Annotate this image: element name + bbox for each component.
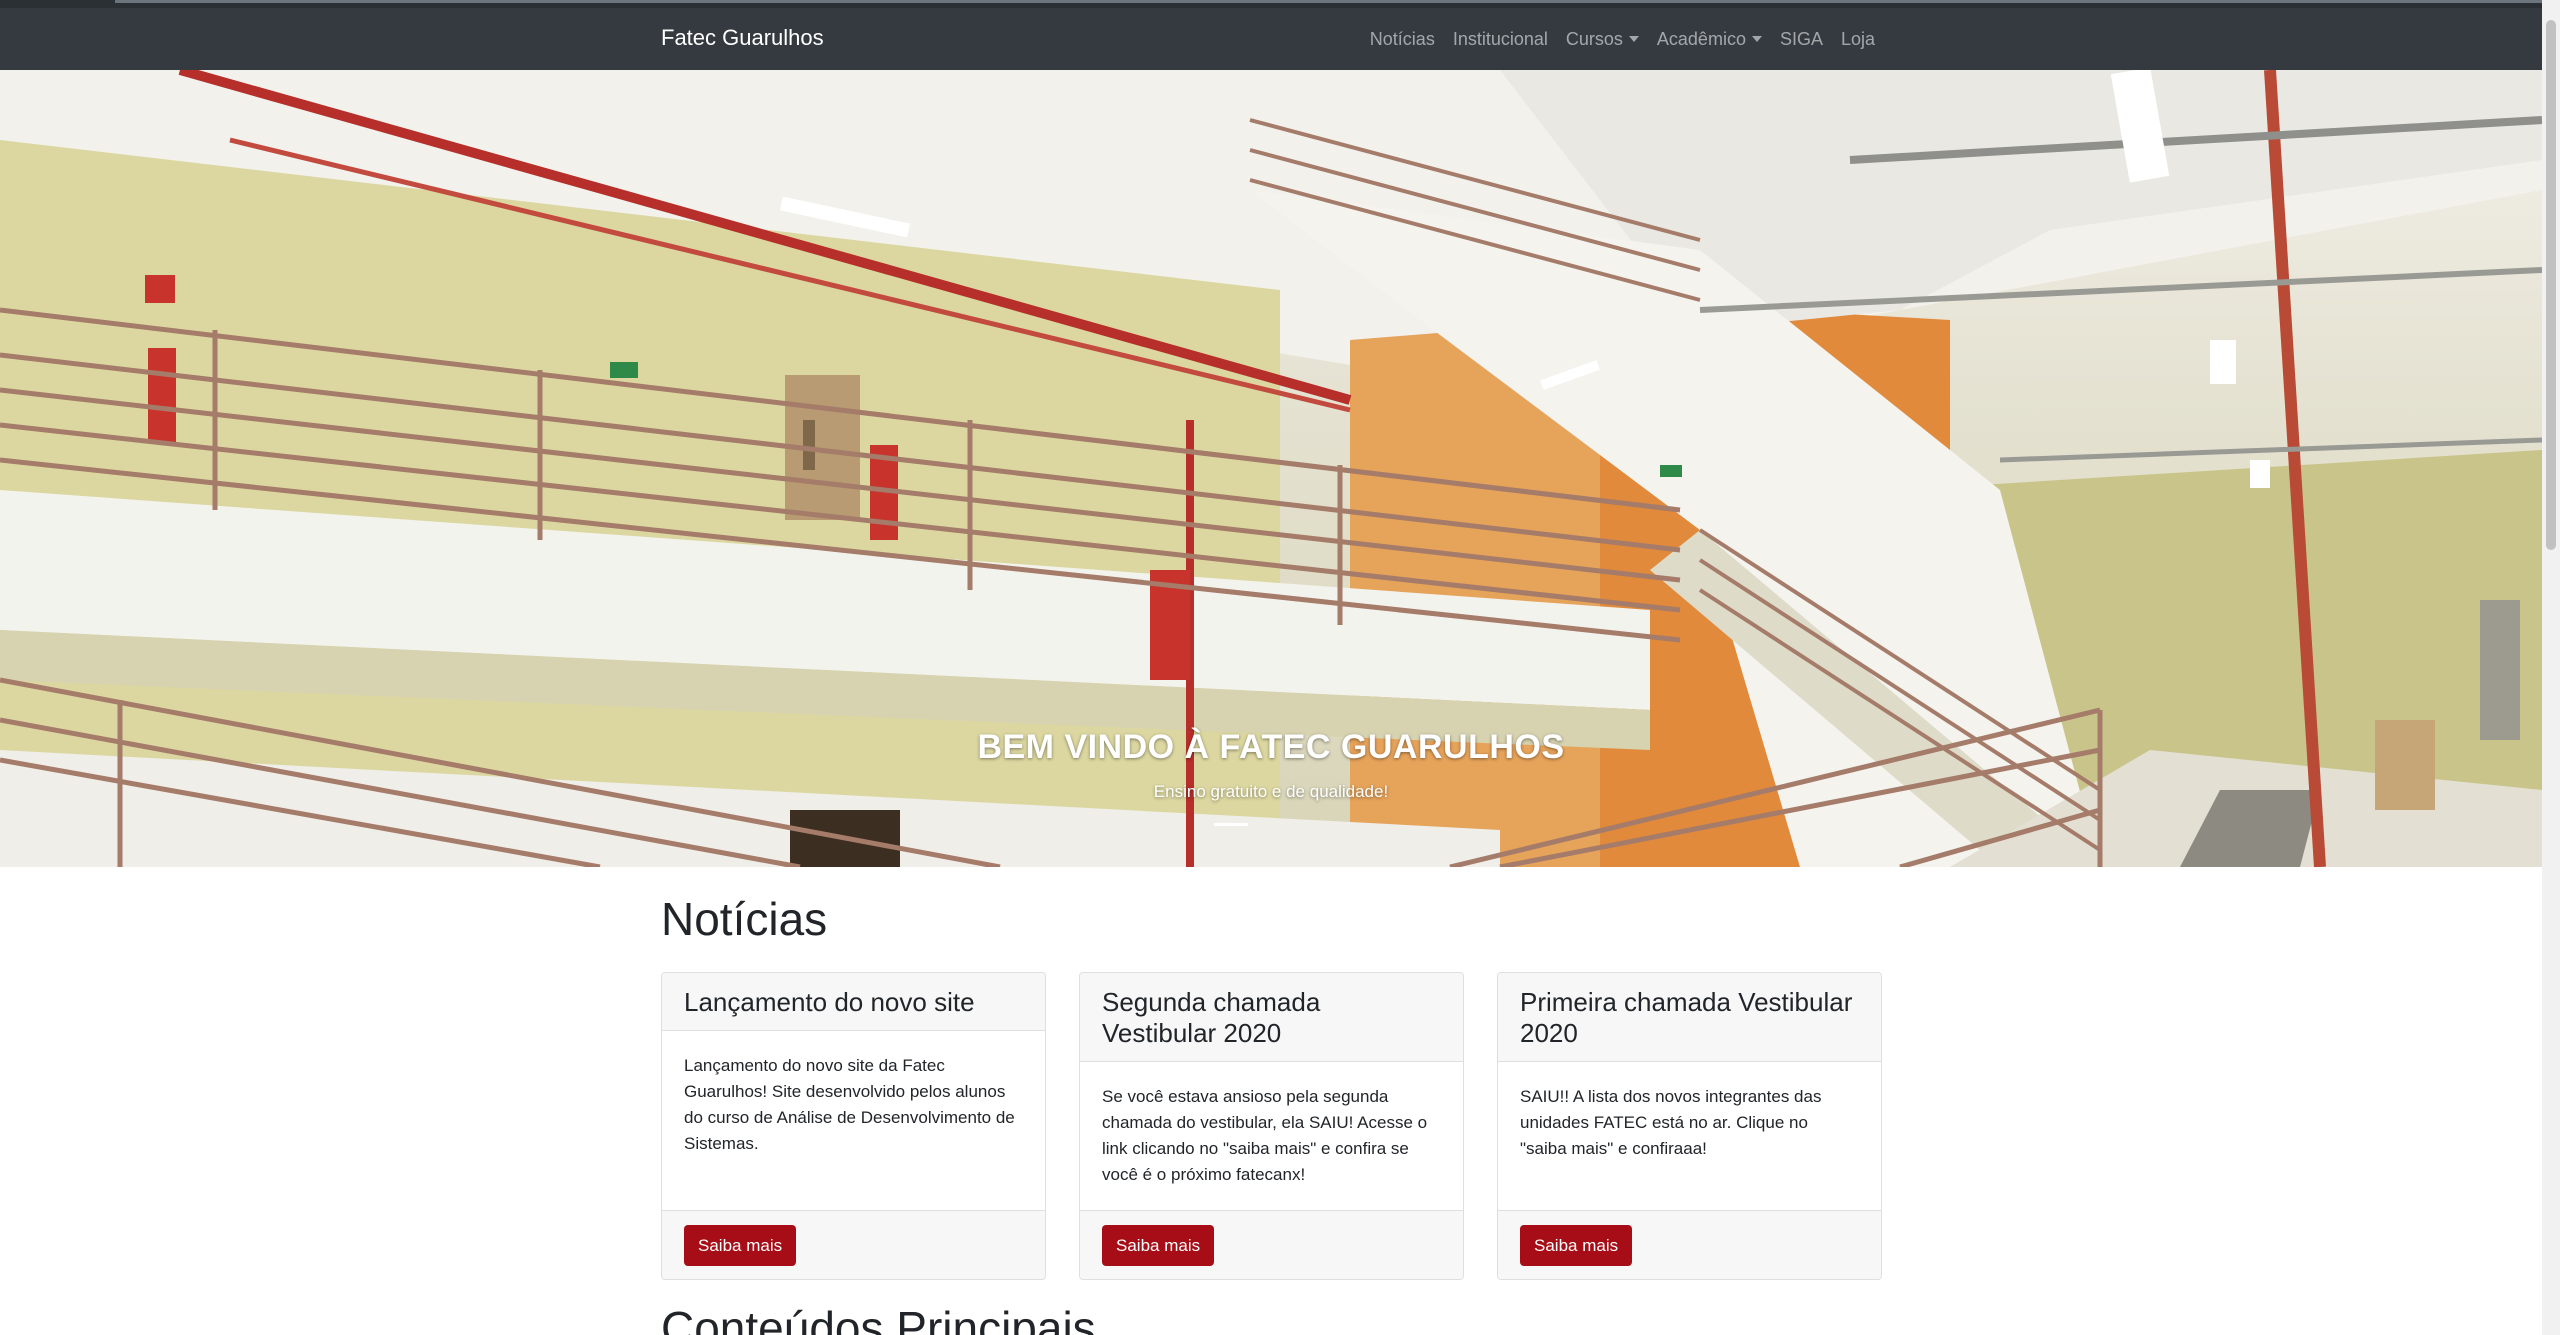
news-section-title: Notícias [661,893,828,945]
scrollbar-thumb[interactable] [2546,20,2556,550]
news-card: Segunda chamada Vestibular 2020 Se você … [1079,972,1464,1280]
news-card-footer: Saiba mais [662,1210,1045,1279]
nav-item-label: Institucional [1452,28,1548,49]
news-card-text: Lançamento do novo site da Fatec Guarulh… [684,1056,1015,1153]
nav-item-loja[interactable]: Loja [1841,29,1875,50]
top-strip-line [115,0,2542,3]
news-card-footer: Saiba mais [1498,1210,1881,1279]
page-scrollbar[interactable] [2542,0,2560,1335]
browser-top-strip [0,0,2542,8]
hero-title: BEM VINDO À FATEC GUARULHOS [977,728,1565,766]
saiba-mais-button[interactable]: Saiba mais [1520,1225,1633,1266]
news-card-footer: Saiba mais [1080,1210,1463,1279]
caret-down-icon [1751,36,1762,42]
content-section-title: Conteúdos Principais [661,1302,1096,1335]
news-card-title: Segunda chamada Vestibular 2020 [1080,973,1463,1062]
nav-item-cursos[interactable]: Cursos [1566,29,1639,50]
saiba-mais-button[interactable]: Saiba mais [1102,1225,1215,1266]
nav-item-label: Notícias [1369,28,1435,49]
carousel-indicator[interactable] [1214,823,1248,826]
news-card-text: Se você estava ansioso pela segunda cham… [1102,1087,1428,1184]
nav-menu: Notícias Institucional Cursos Acadêmico … [1370,8,1875,70]
nav-item-academico[interactable]: Acadêmico [1657,29,1762,50]
nav-item-siga[interactable]: SIGA [1780,29,1823,50]
navbar-brand[interactable]: Fatec Guarulhos [661,25,824,51]
news-card: Lançamento do novo site Lançamento do no… [661,972,1046,1280]
nav-item-label: Loja [1840,28,1875,49]
hero-subtitle: Ensino gratuito e de qualidade! [1153,782,1389,801]
hero-carousel[interactable]: BEM VINDO À FATEC GUARULHOS Ensino gratu… [0,70,2542,867]
news-card-title: Lançamento do novo site [662,973,1045,1031]
saiba-mais-button[interactable]: Saiba mais [684,1225,797,1266]
navbar: Fatec Guarulhos Notícias Institucional C… [0,8,2542,70]
news-card-text: SAIU!! A lista dos novos integrantes das… [1520,1087,1822,1158]
news-card: Primeira chamada Vestibular 2020 SAIU!! … [1497,972,1882,1280]
nav-item-noticias[interactable]: Notícias [1370,29,1435,50]
nav-item-institucional[interactable]: Institucional [1453,29,1548,50]
nav-item-label: SIGA [1779,28,1823,49]
nav-item-label: Acadêmico [1656,28,1746,49]
news-card-title: Primeira chamada Vestibular 2020 [1498,973,1881,1062]
nav-item-label: Cursos [1565,28,1623,49]
caret-down-icon [1628,36,1639,42]
